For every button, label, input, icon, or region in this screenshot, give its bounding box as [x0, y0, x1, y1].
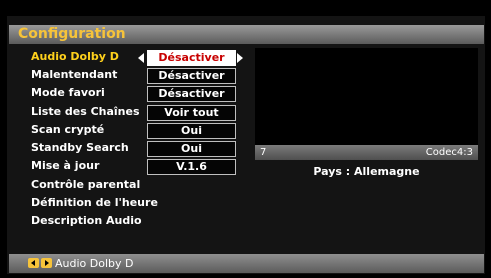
menu-item-audio-dolby[interactable]: Audio Dolby D	[31, 50, 119, 64]
channel-number: 7	[260, 147, 267, 158]
page-title: Configuration	[18, 26, 126, 42]
value-update[interactable]: V.1.6	[147, 159, 236, 175]
country-label: Pays : Allemagne	[313, 165, 420, 178]
footer-bar: Audio Dolby D	[9, 254, 484, 273]
value-standby-search[interactable]: Oui	[147, 141, 236, 157]
footer-hint-label: Audio Dolby D	[55, 257, 134, 270]
header-bar: Configuration	[9, 25, 484, 44]
menu-item-scan-encrypted[interactable]: Scan crypté	[31, 123, 104, 137]
value-favorite-mode[interactable]: Désactiver	[147, 86, 236, 102]
value-audio-dolby[interactable]: Désactiver	[147, 50, 236, 66]
menu-item-parental-control[interactable]: Contrôle parental	[31, 178, 140, 192]
value-hearing-impaired[interactable]: Désactiver	[147, 68, 236, 84]
video-preview	[255, 48, 478, 160]
menu-item-audio-description[interactable]: Description Audio	[31, 214, 142, 228]
menu-item-favorite-mode[interactable]: Mode favori	[31, 86, 105, 100]
menu-item-update[interactable]: Mise à jour	[31, 159, 99, 173]
value-scan-encrypted[interactable]: Oui	[147, 123, 236, 139]
preview-info-bar: 7 Codec4:3	[255, 145, 478, 160]
codec-label: Codec4:3	[425, 147, 473, 158]
menu-item-standby-search[interactable]: Standby Search	[31, 141, 129, 155]
left-arrow-icon[interactable]	[138, 53, 144, 63]
right-key-icon	[41, 258, 52, 268]
value-channel-list[interactable]: Voir tout	[147, 105, 236, 121]
left-key-icon	[28, 258, 39, 268]
menu-item-hearing-impaired[interactable]: Malentendant	[31, 68, 117, 82]
menu-item-channel-list[interactable]: Liste des Chaînes	[31, 105, 140, 119]
menu-item-time-settings[interactable]: Définition de l'heure	[31, 196, 158, 210]
right-arrow-icon[interactable]	[237, 53, 243, 63]
